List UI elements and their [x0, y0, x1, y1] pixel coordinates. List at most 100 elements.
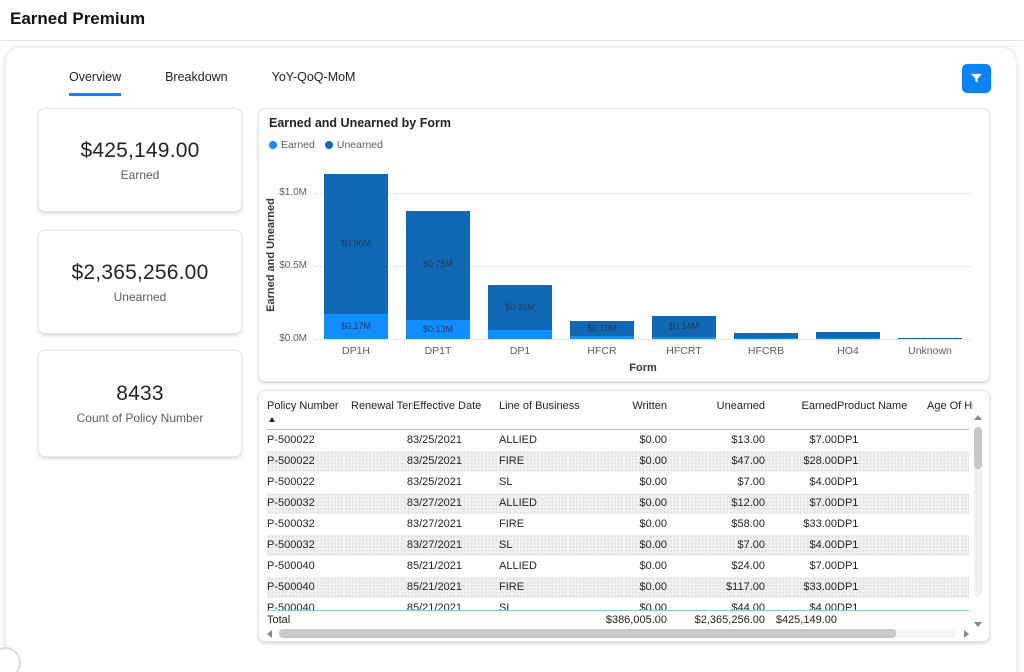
- cell-age-of-ho: [927, 472, 973, 493]
- scroll-up-icon[interactable]: [974, 415, 982, 420]
- table-row[interactable]: P-50002283/25/2021ALLIED$0.00$13.00$7.00…: [267, 430, 969, 451]
- cell-renewal-term: 8: [351, 535, 413, 556]
- legend-label: Earned: [281, 139, 315, 151]
- legend-dot-icon: [269, 141, 277, 149]
- column-header-written[interactable]: Written: [589, 391, 667, 429]
- cell-earned: $33.00: [765, 514, 837, 535]
- cell-written: $0.00: [589, 451, 667, 472]
- cell-line-of-business: ALLIED: [499, 556, 589, 577]
- cell-policy-number: P-500022: [267, 472, 351, 493]
- column-header-earned[interactable]: Earned: [765, 391, 837, 429]
- table-row[interactable]: P-50004085/21/2021ALLIED$0.00$24.00$7.00…: [267, 556, 969, 577]
- cell-written: $0.00: [589, 493, 667, 514]
- report-canvas: Overview Breakdown YoY-QoQ-MoM $425,149.…: [6, 48, 1016, 672]
- chart-legend: Earned Unearned: [269, 139, 383, 151]
- y-tick-label: $0.5M: [267, 260, 307, 271]
- horizontal-scroll-track[interactable]: [279, 629, 957, 638]
- bar-data-label: $0.10M: [570, 323, 634, 333]
- total-cell-line-of-business: [499, 611, 589, 631]
- cell-written: $0.00: [589, 514, 667, 535]
- y-tick-label: $0.0M: [267, 333, 307, 344]
- scroll-right-icon[interactable]: [964, 630, 969, 638]
- tab-yoy-qoq-mom[interactable]: YoY-QoQ-MoM: [272, 70, 356, 96]
- vertical-scroll-track[interactable]: [974, 427, 982, 597]
- bar-segment-earned-DP1[interactable]: [488, 330, 552, 339]
- cell-age-of-ho: [927, 556, 973, 577]
- cell-unearned: $117.00: [667, 577, 765, 598]
- table-row[interactable]: P-50003283/27/2021ALLIED$0.00$12.00$7.00…: [267, 493, 969, 514]
- kpi-label: Earned: [121, 168, 160, 182]
- bar-segment-unearned-HFCRB[interactable]: [734, 333, 798, 337]
- cell-effective-date: 3/25/2021: [413, 430, 499, 451]
- total-cell-written: $386,005.00: [589, 611, 667, 631]
- bar-data-label: $0.96M: [324, 238, 388, 248]
- legend-item-unearned[interactable]: Unearned: [325, 139, 383, 151]
- column-header-product-name[interactable]: Product Name: [837, 391, 927, 429]
- cell-effective-date: 3/27/2021: [413, 493, 499, 514]
- tab-breakdown[interactable]: Breakdown: [165, 70, 228, 96]
- legend-item-earned[interactable]: Earned: [269, 139, 315, 151]
- legend-label: Unearned: [337, 139, 383, 151]
- cell-age-of-ho: [927, 577, 973, 598]
- column-header-unearned[interactable]: Unearned: [667, 391, 765, 429]
- cell-unearned: $7.00: [667, 472, 765, 493]
- table-row[interactable]: P-50003283/27/2021FIRE$0.00$58.00$33.00D…: [267, 514, 969, 535]
- kpi-card-earned: $425,149.00 Earned: [38, 108, 242, 212]
- column-header-age-of-ho[interactable]: Age Of Ho: [927, 391, 973, 429]
- column-header-policy-number[interactable]: Policy Number: [267, 391, 351, 429]
- bar-data-label: $0.75M: [406, 259, 470, 269]
- cell-policy-number: P-500032: [267, 535, 351, 556]
- top-bar: Earned Premium: [0, 0, 1024, 41]
- bar-segment-earned-HFCRT[interactable]: [652, 337, 716, 339]
- cell-line-of-business: ALLIED: [499, 430, 589, 451]
- cell-earned: $7.00: [765, 493, 837, 514]
- x-axis-title: Form: [315, 362, 971, 374]
- cell-policy-number: P-500032: [267, 493, 351, 514]
- cell-product-name: DP1: [837, 577, 927, 598]
- horizontal-scroll-thumb[interactable]: [279, 629, 896, 638]
- x-category-label: Unknown: [889, 345, 971, 357]
- table-body: P-50002283/25/2021ALLIED$0.00$13.00$7.00…: [267, 430, 969, 611]
- cell-renewal-term: 8: [351, 493, 413, 514]
- cell-renewal-term: 8: [351, 514, 413, 535]
- total-cell-earned: $425,149.00: [765, 611, 837, 631]
- chart-title: Earned and Unearned by Form: [269, 116, 451, 130]
- scroll-down-icon[interactable]: [974, 622, 982, 627]
- x-category-label: HFCRB: [725, 345, 807, 357]
- cell-product-name: DP1: [837, 514, 927, 535]
- table-row[interactable]: P-50002283/25/2021FIRE$0.00$47.00$28.00D…: [267, 451, 969, 472]
- table-row[interactable]: P-50003283/27/2021SL$0.00$7.00$4.00DP1: [267, 535, 969, 556]
- total-cell-unearned: $2,365,256.00: [667, 611, 765, 631]
- cell-unearned: $47.00: [667, 451, 765, 472]
- column-header-renewal-term[interactable]: Renewal Term: [351, 391, 413, 429]
- bar-segment-earned-HFCRB[interactable]: [734, 338, 798, 339]
- cell-unearned: $58.00: [667, 514, 765, 535]
- x-category-label: DP1H: [315, 345, 397, 357]
- scroll-left-icon[interactable]: [267, 630, 272, 638]
- cell-policy-number: P-500040: [267, 556, 351, 577]
- total-cell-renewal-term: [351, 611, 413, 631]
- cell-effective-date: 5/21/2021: [413, 556, 499, 577]
- column-header-line-of-business[interactable]: Line of Business: [499, 391, 589, 429]
- tab-overview[interactable]: Overview: [69, 70, 121, 96]
- bar-segment-earned-HO4[interactable]: [816, 338, 880, 339]
- kpi-label: Count of Policy Number: [77, 411, 204, 425]
- table-row[interactable]: P-50002283/25/2021SL$0.00$7.00$4.00DP1: [267, 472, 969, 493]
- cell-unearned: $24.00: [667, 556, 765, 577]
- column-header-effective-date[interactable]: Effective Date: [413, 391, 499, 429]
- gridline: [315, 193, 971, 194]
- cell-age-of-ho: [927, 514, 973, 535]
- cell-effective-date: 3/25/2021: [413, 451, 499, 472]
- legend-dot-icon: [325, 141, 333, 149]
- bar-data-label: $0.14M: [652, 321, 716, 331]
- kpi-label: Unearned: [114, 290, 167, 304]
- cell-renewal-term: 8: [351, 451, 413, 472]
- cell-earned: $4.00: [765, 535, 837, 556]
- bar-segment-unearned-HO4[interactable]: [816, 332, 880, 338]
- cell-earned: $28.00: [765, 451, 837, 472]
- vertical-scroll-thumb[interactable]: [974, 427, 982, 469]
- table-row[interactable]: P-50004085/21/2021FIRE$0.00$117.00$33.00…: [267, 577, 969, 598]
- bar-segment-earned-HFCR[interactable]: [570, 336, 634, 339]
- kpi-card-policy-count: 8433 Count of Policy Number: [38, 350, 242, 457]
- filter-button[interactable]: [962, 64, 991, 93]
